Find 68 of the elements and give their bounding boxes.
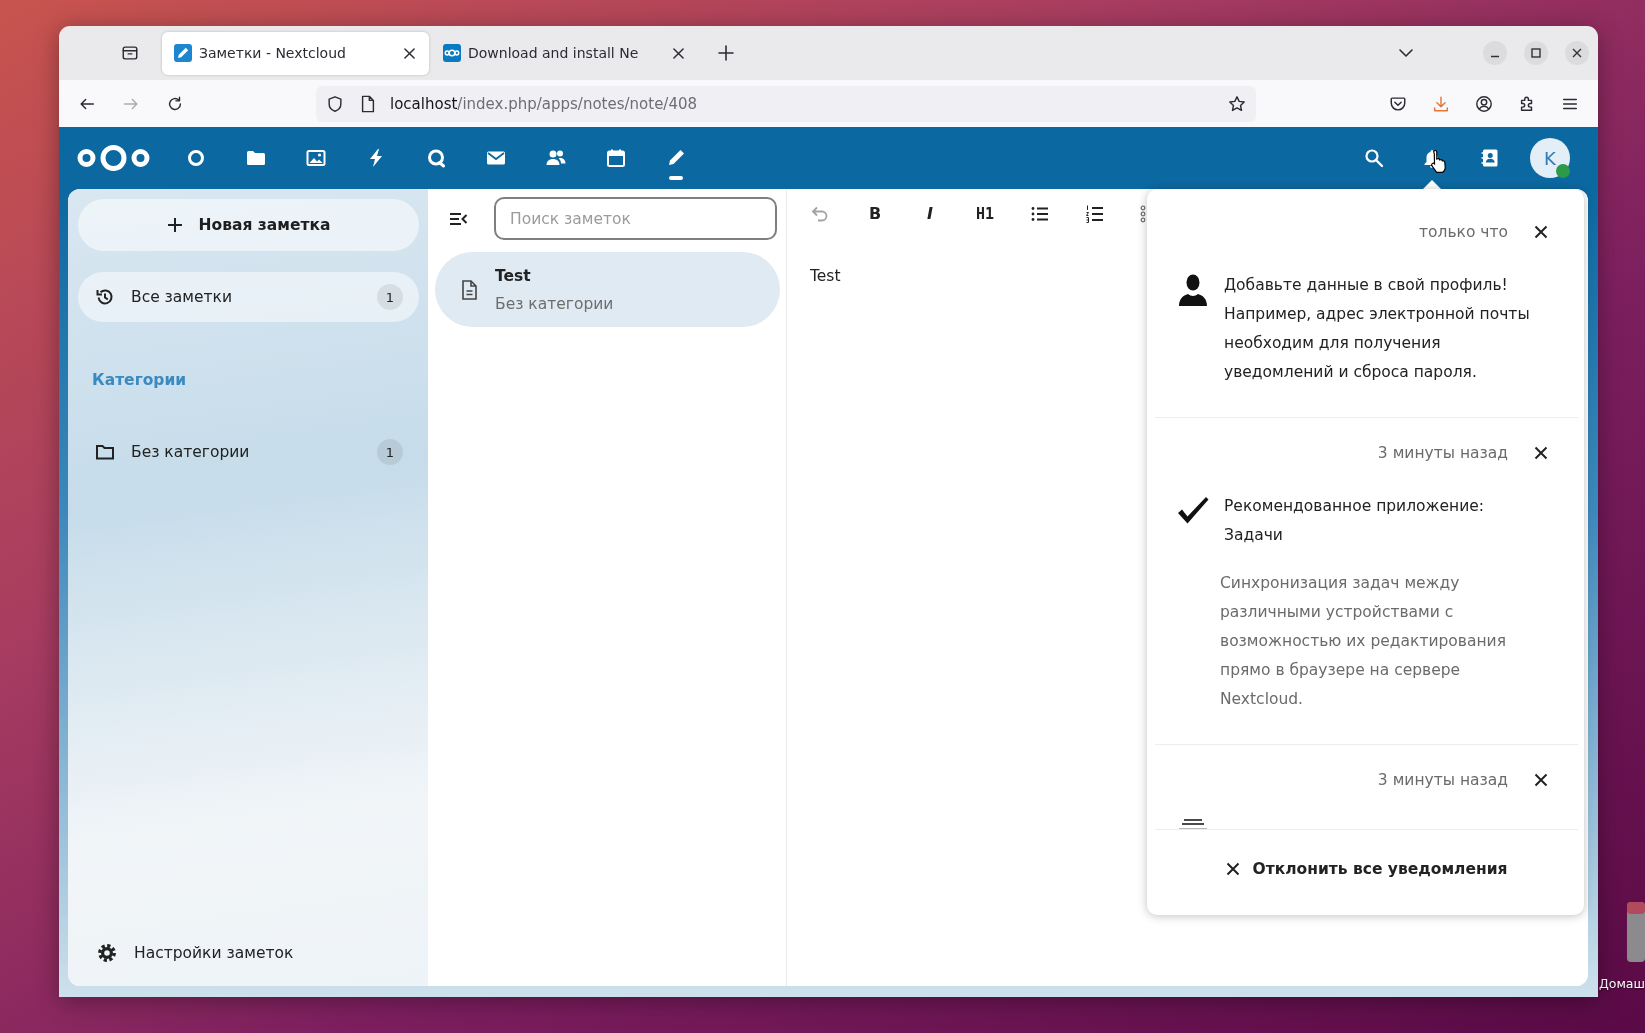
bold-button[interactable]: B xyxy=(868,204,882,224)
circle-icon[interactable] xyxy=(186,148,206,168)
close-icon[interactable] xyxy=(673,47,684,59)
close-window-icon[interactable] xyxy=(1565,41,1589,65)
avatar[interactable]: K xyxy=(1530,138,1570,178)
shield-icon[interactable] xyxy=(326,94,344,113)
note-count: 1 xyxy=(377,439,403,465)
browser-tab[interactable]: Заметки - Nextcloud xyxy=(162,31,429,75)
desktop-tile-icon[interactable] xyxy=(1627,902,1645,962)
desktop-icon-label[interactable]: Домаш xyxy=(1599,976,1645,992)
note-category: Без категории xyxy=(495,293,614,315)
notification-subject: Добавьте данные в свой профиль! Например, адрес электронной почты необходим для получения уведомлений и сброса пароля. xyxy=(1224,275,1531,383)
notification-time: 3 минуты назад xyxy=(1377,444,1508,462)
calendar-icon[interactable] xyxy=(606,148,626,168)
note-title: Test xyxy=(495,265,531,287)
image-icon[interactable] xyxy=(306,148,326,168)
section-heading: Категории xyxy=(92,371,187,389)
sidebar-item[interactable]: Все заметки 1 xyxy=(78,272,419,322)
notification-message: Синхронизация задач между различными устройствами с возможностью их редактирования прямо в браузере на сервере Nextcloud. xyxy=(1220,573,1507,710)
note-list-item[interactable]: Test Без категории xyxy=(435,252,780,327)
editor-text[interactable]: Test xyxy=(810,264,841,288)
box-icon[interactable] xyxy=(121,44,139,62)
page-icon[interactable] xyxy=(360,94,376,113)
person-silhouette-icon xyxy=(1176,273,1210,307)
bulleted-list-icon[interactable] xyxy=(1030,204,1050,224)
address-bar[interactable]: localhost/index.php/apps/notes/note/408 xyxy=(316,85,1256,122)
logo-icon[interactable] xyxy=(77,144,150,172)
notification-time: 3 минуты назад xyxy=(1377,771,1508,789)
heading-button[interactable]: H1 xyxy=(975,204,995,224)
star-icon[interactable] xyxy=(1228,94,1246,113)
new-note-button[interactable]: Новая заметка xyxy=(78,199,419,251)
folder-icon[interactable] xyxy=(246,148,266,168)
browser-tab[interactable]: Download and install Ne xyxy=(431,31,698,75)
gear-icon xyxy=(97,943,117,963)
folder-icon xyxy=(95,442,115,462)
numbered-list-icon[interactable] xyxy=(1085,204,1105,224)
dismiss-all-button[interactable]: Отклонить все уведомления xyxy=(1225,857,1508,881)
pencil-icon xyxy=(174,44,192,62)
reload-icon[interactable] xyxy=(166,94,184,113)
plus-icon xyxy=(166,217,183,233)
close-icon[interactable] xyxy=(404,47,415,59)
download-icon[interactable] xyxy=(1432,94,1450,113)
search-field[interactable]: Поиск заметок xyxy=(494,197,777,240)
url-text[interactable]: localhost/index.php/apps/notes/note/408 xyxy=(390,94,698,113)
pouch-icon[interactable] xyxy=(1389,94,1407,113)
close-icon[interactable] xyxy=(1534,773,1548,787)
italic-button[interactable]: I xyxy=(927,204,933,224)
more-icon[interactable] xyxy=(1140,204,1146,224)
maximize-icon[interactable] xyxy=(1524,41,1548,65)
settings-button[interactable]: Настройки заметок xyxy=(78,930,294,976)
account-icon[interactable] xyxy=(1475,94,1493,113)
pencil-icon[interactable] xyxy=(666,148,686,168)
notification-time: только что xyxy=(1419,223,1508,241)
address-book-icon[interactable] xyxy=(1480,148,1500,168)
sidebar-item[interactable]: Без категории 1 xyxy=(78,427,419,477)
history-icon xyxy=(95,287,115,307)
hand-cursor-icon xyxy=(1429,149,1447,173)
close-icon[interactable] xyxy=(1534,225,1548,239)
rings-icon xyxy=(443,44,461,62)
speech-bubble-icon[interactable] xyxy=(426,148,446,168)
search-icon[interactable] xyxy=(1364,148,1384,168)
note-count: 1 xyxy=(377,284,403,310)
close-icon[interactable] xyxy=(1534,446,1548,460)
close-icon xyxy=(1225,862,1240,876)
people-icon[interactable] xyxy=(546,148,566,168)
document-icon xyxy=(459,278,479,301)
plus-icon[interactable] xyxy=(718,45,734,61)
notification-subject: Рекомендованное приложение: Задачи xyxy=(1224,496,1486,546)
